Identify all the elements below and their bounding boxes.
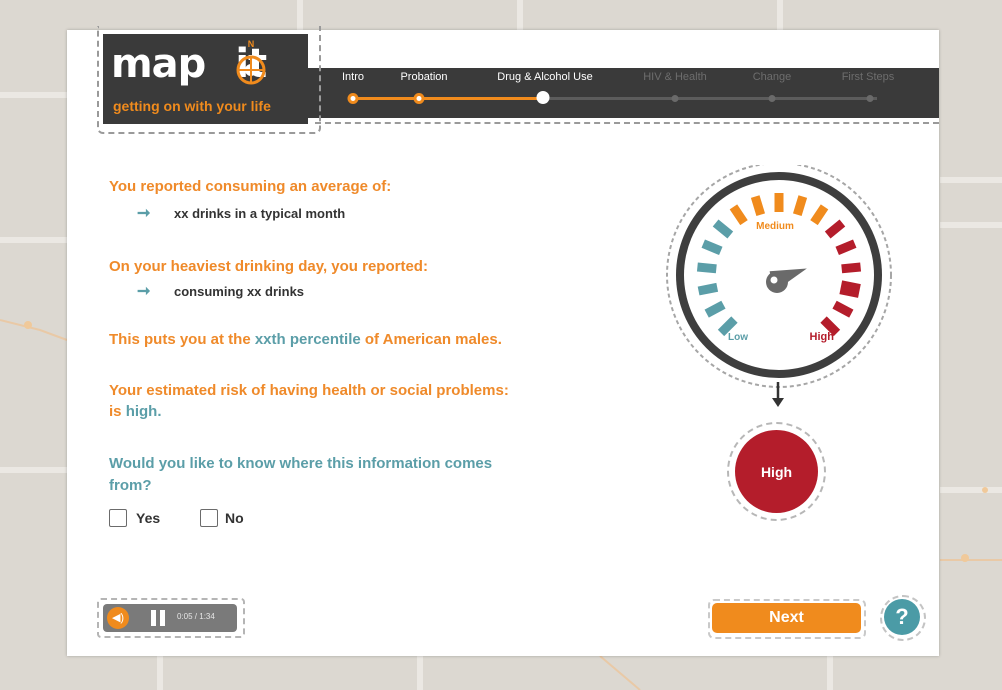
avg-consumption-heading: You reported consuming an average of:	[109, 178, 392, 195]
pause-icon[interactable]	[151, 610, 165, 626]
avg-consumption-value: xx drinks in a typical month	[174, 206, 346, 221]
gauge-segment	[841, 262, 862, 274]
step-dot-probation	[413, 93, 425, 104]
step-probation[interactable]: Probation	[400, 71, 447, 83]
arrow-right-icon: ➞	[137, 283, 151, 300]
step-dot-intro	[347, 93, 359, 104]
next-button[interactable]: Next	[712, 603, 861, 633]
arrow-down-icon	[772, 382, 784, 407]
audio-time: 0:05 / 1:34	[177, 612, 215, 621]
info-question: Would you like to know where this inform…	[109, 455, 493, 472]
yes-checkbox[interactable]	[109, 509, 127, 527]
no-label[interactable]: No	[225, 510, 244, 526]
gauge-segment	[792, 195, 808, 217]
help-button[interactable]: ?	[884, 599, 920, 635]
info-question-line2: from?	[109, 477, 152, 494]
risk-value: high.	[125, 403, 162, 420]
step-intro[interactable]: Intro	[342, 71, 364, 83]
logo-tagline: getting on with your life	[113, 98, 271, 114]
compass-icon: N	[236, 39, 266, 85]
gauge-high-label: High	[810, 331, 835, 343]
gauge-segment	[696, 262, 717, 274]
step-hiv-health[interactable]: HIV & Health	[643, 71, 707, 83]
step-dot-drug-alcohol	[536, 91, 550, 104]
risk-statement: is high.	[109, 403, 162, 420]
step-drug-alcohol[interactable]: Drug & Alcohol Use	[497, 71, 592, 83]
logo-name: map	[111, 41, 206, 87]
gauge-low-label: Low	[728, 332, 748, 343]
risk-result-badge: High	[735, 430, 818, 513]
heaviest-day-heading: On your heaviest drinking day, you repor…	[109, 258, 428, 275]
percentile-value: xxth percentile	[254, 331, 361, 348]
percentile-text: This puts you at the xxth percentile of …	[109, 331, 502, 348]
audio-player: ◀) 0:05 / 1:34	[103, 604, 237, 632]
risk-gauge: Low Medium High	[666, 165, 892, 388]
gauge-segment	[697, 282, 719, 296]
gauge-segment	[750, 195, 766, 217]
gauge-segment	[839, 280, 861, 298]
progress-track-complete	[350, 97, 543, 100]
heaviest-day-value: consuming xx drinks	[174, 284, 305, 299]
step-dot-change	[768, 95, 776, 102]
step-dot-first-steps	[866, 95, 874, 102]
gauge-medium-label: Medium	[756, 221, 794, 232]
main-panel: mapit N getting on with your life Intro …	[67, 26, 939, 656]
arrow-right-icon: ➞	[137, 205, 151, 222]
step-first-steps[interactable]: First Steps	[842, 71, 895, 83]
yes-label[interactable]: Yes	[136, 510, 160, 526]
risk-heading: Your estimated risk of having health or …	[109, 382, 509, 399]
header-divider	[315, 122, 939, 124]
no-checkbox[interactable]	[200, 509, 218, 527]
mapit-logo: mapit N getting on with your life	[103, 34, 308, 124]
step-dot-hiv-health	[671, 95, 679, 102]
step-change[interactable]: Change	[753, 71, 792, 83]
compass-letter: N	[248, 39, 255, 49]
volume-icon[interactable]: ◀)	[107, 607, 129, 629]
